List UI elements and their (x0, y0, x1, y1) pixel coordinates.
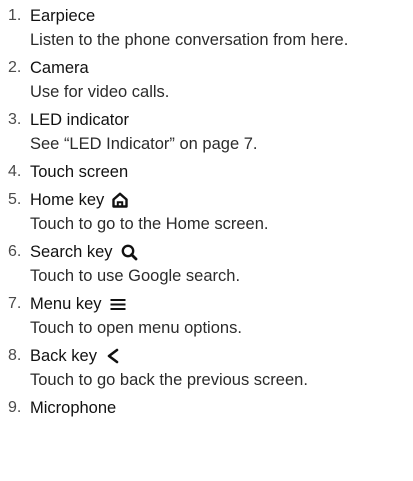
item-content: Home key Touch to go to the Home screen. (30, 188, 413, 236)
item-title-text: Camera (30, 59, 89, 77)
list-item-earpiece: 1. Earpiece Listen to the phone conversa… (0, 4, 413, 52)
item-number: 4. (8, 163, 22, 180)
home-icon (111, 191, 129, 209)
list-item-microphone: 9. Microphone (0, 396, 413, 420)
item-description: Listen to the phone conversation from he… (30, 31, 349, 49)
list-item-home-key: 5. Home key Touch to go to the Home scre… (0, 188, 413, 236)
item-number: 8. (8, 347, 22, 364)
item-content: Menu key Touch to open menu options. (30, 292, 413, 340)
item-content: Earpiece Listen to the phone conversatio… (30, 4, 413, 52)
item-description: See “LED Indicator” on page 7. (30, 135, 258, 153)
item-content: Back key Touch to go back the previous s… (30, 344, 413, 392)
item-title: Touch screen (30, 160, 413, 184)
list-item-back-key: 8. Back key Touch to go back the previou… (0, 344, 413, 392)
item-title: Earpiece (30, 4, 413, 28)
back-icon (104, 347, 122, 365)
item-content: Search key Touch to use Google search. (30, 240, 413, 288)
item-content: LED indicator See “LED Indicator” on pag… (30, 108, 413, 156)
item-number: 5. (8, 191, 22, 208)
item-description: Touch to go back the previous screen. (30, 371, 308, 389)
item-title: Home key (30, 188, 413, 212)
item-title: Microphone (30, 396, 413, 420)
item-number: 2. (8, 59, 22, 76)
list-item-touch-screen: 4. Touch screen (0, 160, 413, 184)
item-number: 7. (8, 295, 22, 312)
item-number: 6. (8, 243, 22, 260)
item-description: Touch to use Google search. (30, 267, 241, 285)
component-list: 1. Earpiece Listen to the phone conversa… (0, 4, 413, 420)
document-page: 1. Earpiece Listen to the phone conversa… (0, 0, 413, 481)
item-title-text: Search key (30, 243, 113, 261)
item-number: 9. (8, 399, 22, 416)
item-title-text: Touch screen (30, 163, 129, 181)
item-title: Search key (30, 240, 413, 264)
item-number: 3. (8, 111, 22, 128)
search-icon (120, 243, 138, 261)
item-content: Touch screen (30, 160, 413, 184)
item-title: Camera (30, 56, 413, 80)
item-number: 1. (8, 7, 22, 24)
list-item-camera: 2. Camera Use for video calls. (0, 56, 413, 104)
list-item-menu-key: 7. Menu key Touch to open menu options. (0, 292, 413, 340)
item-title-text: Back key (30, 347, 97, 365)
list-item-search-key: 6. Search key Touch to use Google search… (0, 240, 413, 288)
item-title: Back key (30, 344, 413, 368)
item-description: Use for video calls. (30, 83, 170, 101)
list-item-led-indicator: 3. LED indicator See “LED Indicator” on … (0, 108, 413, 156)
item-content: Microphone (30, 396, 413, 420)
item-title-text: LED indicator (30, 111, 130, 129)
item-title: LED indicator (30, 108, 413, 132)
item-description: Touch to open menu options. (30, 319, 242, 337)
item-description: Touch to go to the Home screen. (30, 215, 269, 233)
item-title-text: Earpiece (30, 7, 96, 25)
item-title-text: Menu key (30, 295, 102, 313)
item-title: Menu key (30, 292, 413, 316)
item-title-text: Microphone (30, 399, 117, 417)
item-content: Camera Use for video calls. (30, 56, 413, 104)
item-title-text: Home key (30, 191, 105, 209)
menu-icon (109, 295, 127, 313)
